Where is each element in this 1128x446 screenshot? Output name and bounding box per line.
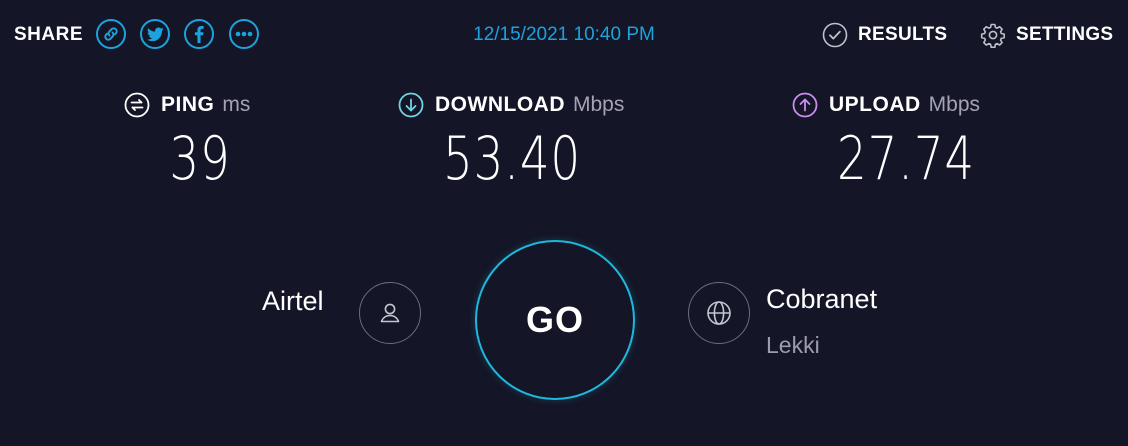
download-arrow-icon bbox=[398, 92, 424, 118]
upload-value: 27.74 bbox=[837, 124, 975, 194]
globe-icon bbox=[707, 301, 731, 325]
upload-unit: Mbps bbox=[928, 93, 981, 116]
settings-button[interactable]: SETTINGS bbox=[980, 22, 1113, 48]
results-label: RESULTS bbox=[858, 24, 948, 45]
gear-icon bbox=[980, 23, 1005, 48]
download-label: DOWNLOAD bbox=[435, 93, 565, 116]
settings-label: SETTINGS bbox=[1016, 24, 1114, 45]
upload-label: UPLOAD bbox=[829, 93, 921, 116]
change-isp-button[interactable] bbox=[359, 282, 421, 344]
upload-arrow-icon bbox=[792, 92, 818, 118]
ping-value: 39 bbox=[169, 124, 231, 194]
isp-name: Airtel bbox=[262, 286, 324, 316]
ping-label: PING bbox=[161, 93, 215, 116]
download-header: DOWNLOAD Mbps bbox=[398, 92, 624, 118]
results-button[interactable]: RESULTS bbox=[822, 22, 947, 48]
ping-icon bbox=[124, 92, 150, 118]
ping-unit: ms bbox=[222, 93, 251, 116]
go-button[interactable]: GO bbox=[475, 240, 635, 400]
check-circle-icon bbox=[822, 22, 848, 48]
go-label: GO bbox=[525, 299, 584, 340]
ping-header: PING ms bbox=[124, 92, 250, 118]
server-name[interactable]: Cobranet bbox=[766, 284, 877, 314]
server-location: Lekki bbox=[766, 332, 820, 358]
change-server-button[interactable] bbox=[688, 282, 750, 344]
download-value: 53.40 bbox=[443, 124, 581, 194]
test-datetime: 12/15/2021 10:40 PM bbox=[473, 24, 655, 45]
upload-header: UPLOAD Mbps bbox=[792, 92, 980, 118]
download-unit: Mbps bbox=[572, 93, 625, 116]
user-icon bbox=[380, 303, 400, 323]
